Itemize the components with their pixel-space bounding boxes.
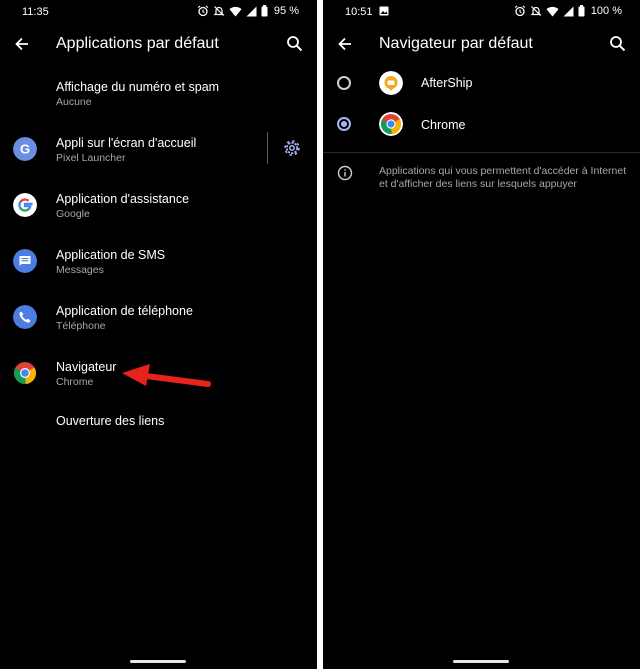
chrome-icon — [14, 362, 36, 385]
back-arrow-icon[interactable] — [335, 34, 355, 54]
info-footer-text: Applications qui vous permettent d'accéd… — [379, 165, 627, 190]
item-title: Affichage du numéro et spam — [56, 80, 220, 94]
status-bar: 11:35 95 % — [0, 0, 317, 24]
item-title: Application d'assistance — [56, 192, 190, 206]
battery-icon — [578, 5, 585, 17]
page-title: Navigateur par défaut — [379, 35, 533, 52]
list-item-phone-app[interactable]: Application de téléphone Téléphone — [0, 296, 317, 348]
item-title: Application de SMS — [56, 248, 166, 262]
gesture-nav-handle[interactable] — [453, 660, 509, 663]
radio-button-chrome[interactable] — [337, 117, 351, 131]
back-arrow-icon[interactable] — [12, 34, 32, 54]
signal-icon — [246, 6, 257, 16]
svg-text:G: G — [20, 142, 30, 157]
item-subtitle: Pixel Launcher — [56, 152, 126, 164]
gesture-nav-handle[interactable] — [130, 660, 186, 663]
status-bar: 10:51 100 % — [323, 0, 640, 24]
google-g-icon: G — [13, 137, 37, 161]
item-subtitle: Messages — [56, 264, 104, 276]
notifications-off-icon — [213, 6, 225, 16]
list-item-sms-app[interactable]: Application de SMS Messages — [0, 240, 317, 292]
default-browser-screen: 10:51 100 % Navigateur par défaut AfterS… — [323, 0, 640, 669]
status-time: 10:51 — [345, 6, 373, 18]
annotation-arrow-icon — [122, 364, 211, 387]
app-bar: Applications par défaut — [0, 28, 317, 60]
alarm-icon — [514, 5, 525, 17]
list-item-assistant-app[interactable]: Application d'assistance Google — [0, 184, 317, 236]
app-bar: Navigateur par défaut — [323, 28, 640, 60]
search-icon[interactable] — [285, 34, 305, 54]
messages-icon — [13, 249, 37, 273]
section-divider — [323, 152, 640, 153]
battery-level: 95 % — [273, 5, 299, 17]
item-subtitle: Téléphone — [56, 320, 106, 332]
gear-icon[interactable] — [282, 138, 302, 158]
battery-icon — [261, 5, 268, 17]
default-apps-screen: 11:35 95 % Applications par défaut Affic… — [0, 0, 317, 669]
item-title: Appli sur l'écran d'accueil — [56, 136, 197, 150]
wifi-icon — [546, 6, 559, 17]
item-title: Ouverture des liens — [56, 414, 165, 428]
browser-option-chrome[interactable]: Chrome — [323, 104, 640, 146]
option-label: Chrome — [421, 118, 466, 132]
item-subtitle: Chrome — [56, 376, 94, 388]
item-title: Navigateur — [56, 360, 117, 374]
vertical-divider — [267, 132, 268, 164]
item-subtitle: Aucune — [56, 96, 92, 108]
image-notification-icon — [379, 6, 389, 16]
info-icon — [337, 165, 353, 181]
list-item-open-links[interactable]: Ouverture des liens — [0, 408, 317, 460]
list-item-caller-id-spam[interactable]: Affichage du numéro et spam Aucune — [0, 72, 317, 124]
aftership-icon — [379, 71, 403, 95]
item-title: Application de téléphone — [56, 304, 193, 318]
google-icon — [13, 193, 37, 217]
notifications-off-icon — [530, 6, 542, 16]
browser-option-aftership[interactable]: AfterShip — [323, 62, 640, 104]
search-icon[interactable] — [608, 34, 628, 54]
wifi-icon — [229, 6, 242, 17]
option-label: AfterShip — [421, 76, 473, 90]
status-time: 11:35 — [22, 6, 49, 18]
phone-icon — [13, 305, 37, 329]
chrome-icon — [379, 112, 403, 136]
signal-icon — [563, 6, 574, 16]
battery-level: 100 % — [590, 5, 622, 17]
page-title: Applications par défaut — [56, 35, 219, 52]
item-subtitle: Google — [56, 208, 90, 220]
list-item-home-app[interactable]: G Appli sur l'écran d'accueil Pixel Laun… — [0, 128, 317, 180]
alarm-icon — [197, 5, 209, 17]
radio-button-aftership[interactable] — [337, 76, 351, 90]
